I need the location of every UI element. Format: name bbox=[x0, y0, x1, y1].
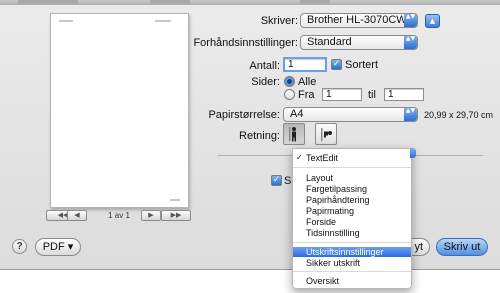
menu-item-label: TextEdit bbox=[306, 153, 339, 163]
pdf-button[interactable]: PDF ▾ bbox=[35, 238, 81, 256]
copies-input[interactable]: 1 bbox=[283, 57, 327, 72]
panel-menu: ✓ TextEdit Layout Fargetilpassing Papirh… bbox=[292, 148, 412, 289]
pages-from-label: Fra bbox=[298, 89, 315, 101]
menu-item-highlighted[interactable]: Utskriftsinnstillinger bbox=[293, 247, 411, 257]
pages-to-label: til bbox=[368, 89, 376, 101]
menu-item[interactable]: Papirhåndtering bbox=[293, 195, 411, 205]
prev-page-button[interactable]: ◀ bbox=[67, 210, 87, 221]
preview-footer-line bbox=[170, 199, 180, 201]
presets-select[interactable]: Standard ▲▼ bbox=[300, 35, 418, 50]
copies-label: Antall: bbox=[249, 60, 280, 72]
orientation-label: Retning: bbox=[239, 130, 280, 142]
print-button[interactable]: Skriv ut bbox=[436, 238, 488, 256]
portrait-button[interactable] bbox=[283, 123, 305, 145]
pages-from-input[interactable]: 1 bbox=[322, 88, 362, 101]
pages-range-radio[interactable] bbox=[284, 89, 295, 100]
presets-label: Forhåndsinnstillinger: bbox=[193, 37, 298, 49]
next-page-icon: ▶ bbox=[148, 211, 154, 219]
print-dialog: ◀◀ ◀ 1 av 1 ▶ ▶▶ Skriver: Brother HL-307… bbox=[0, 0, 500, 270]
landscape-icon bbox=[321, 128, 332, 141]
presets-value: Standard bbox=[307, 36, 352, 48]
ghost-text bbox=[300, 0, 330, 4]
last-page-icon: ▶▶ bbox=[170, 211, 182, 219]
last-page-button[interactable]: ▶▶ bbox=[161, 210, 191, 221]
hidden-option-checkbox[interactable]: ✓ bbox=[271, 175, 282, 186]
pages-label: Sider: bbox=[251, 76, 280, 88]
paper-size-label: Papirstørrelse: bbox=[208, 109, 280, 121]
prev-page-icon: ◀ bbox=[74, 211, 80, 219]
print-preview bbox=[50, 13, 189, 208]
menu-separator bbox=[293, 242, 411, 243]
printer-value: Brother HL-3070CW s... bbox=[307, 14, 418, 26]
stepper-icon: ▲▼ bbox=[404, 14, 417, 27]
disclosure-icon: ▲ bbox=[429, 17, 436, 25]
portrait-icon bbox=[289, 127, 296, 142]
menu-separator bbox=[293, 167, 411, 168]
next-page-button[interactable]: ▶ bbox=[141, 210, 161, 221]
menu-item[interactable]: Papirmating bbox=[293, 206, 411, 216]
ghost-text bbox=[18, 0, 78, 4]
stepper-icon: ▲▼ bbox=[404, 108, 417, 121]
paper-dimensions: 20,99 x 29,70 cm bbox=[424, 110, 494, 120]
menu-item[interactable]: Layout bbox=[293, 173, 411, 183]
menu-item-textedit[interactable]: ✓ TextEdit bbox=[293, 153, 411, 163]
menu-item[interactable]: Tidsinnstilling bbox=[293, 228, 411, 238]
page-indicator: 1 av 1 bbox=[108, 211, 130, 220]
menu-item[interactable]: Sikker utskrift bbox=[293, 258, 411, 268]
pages-all-radio[interactable] bbox=[284, 76, 295, 87]
menu-item[interactable]: Forside bbox=[293, 217, 411, 227]
preview-header-line bbox=[59, 20, 73, 22]
ghost-text bbox=[150, 0, 190, 4]
pages-to-input[interactable]: 1 bbox=[384, 88, 424, 101]
paper-size-value: A4 bbox=[290, 108, 304, 120]
check-icon: ✓ bbox=[332, 59, 341, 69]
menu-popup-stepper bbox=[410, 148, 416, 158]
paper-size-select[interactable]: A4 ▲▼ bbox=[283, 107, 418, 122]
printer-select[interactable]: Brother HL-3070CW s... ▲▼ bbox=[300, 13, 418, 28]
help-icon: ? bbox=[16, 241, 23, 252]
help-button[interactable]: ? bbox=[12, 239, 27, 254]
check-icon: ✓ bbox=[272, 175, 281, 185]
collated-checkbox[interactable]: ✓ bbox=[331, 59, 342, 70]
preview-header-line bbox=[155, 20, 171, 22]
pages-all-label: Alle bbox=[298, 76, 317, 88]
menu-separator bbox=[293, 271, 411, 272]
checkmark-icon: ✓ bbox=[296, 153, 303, 162]
landscape-button[interactable] bbox=[315, 123, 337, 145]
menu-item[interactable]: Fargetilpassing bbox=[293, 184, 411, 194]
collated-label: Sortert bbox=[345, 59, 379, 71]
printer-label: Skriver: bbox=[260, 15, 298, 27]
window-top-strip bbox=[0, 0, 500, 5]
stepper-icon: ▲▼ bbox=[404, 36, 417, 49]
disclosure-button[interactable]: ▲ bbox=[425, 14, 440, 28]
menu-item[interactable]: Oversikt bbox=[293, 276, 411, 286]
